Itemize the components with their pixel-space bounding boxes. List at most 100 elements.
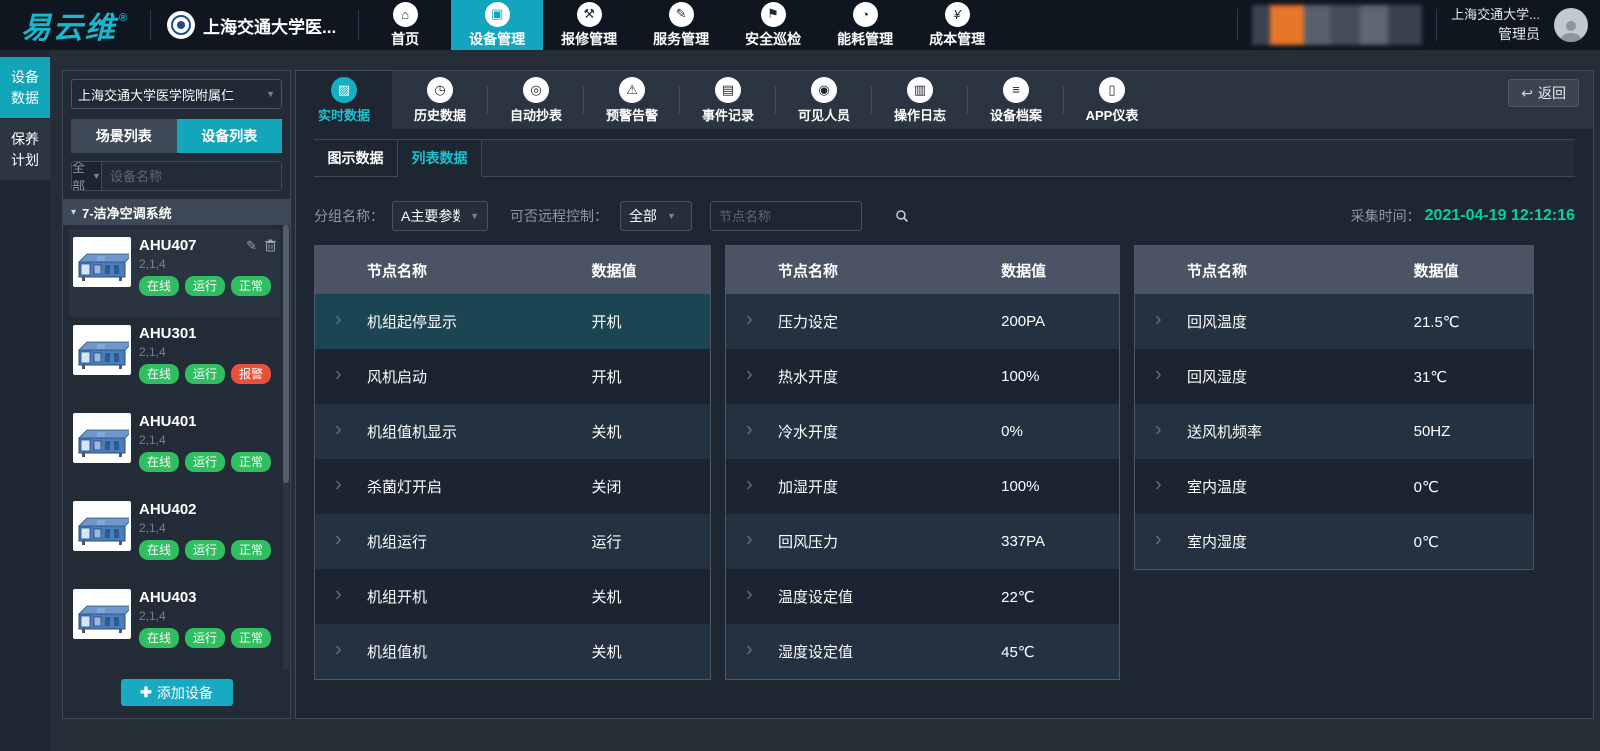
table-row[interactable]: › 热水开度 100%: [726, 349, 1119, 404]
device-card[interactable]: AHU407 ✎ 2,1,4 在线: [69, 229, 280, 317]
table-row[interactable]: › 机组值机显示 关机: [315, 404, 710, 459]
row-expand-chevron-icon[interactable]: ›: [1155, 308, 1162, 331]
data-table-3: 节点名称 数据值 › 回风温度 21.5℃: [1134, 245, 1534, 570]
node-name-cell: 机组运行: [315, 531, 427, 552]
row-expand-chevron-icon[interactable]: ›: [1155, 473, 1162, 496]
nav-item[interactable]: ⌂ 首页: [359, 0, 451, 50]
row-expand-chevron-icon[interactable]: ›: [746, 363, 753, 386]
edit-icon[interactable]: ✎: [246, 238, 257, 254]
nav-item[interactable]: ✎ 服务管理: [635, 0, 727, 50]
table-row[interactable]: › 压力设定 200PA: [726, 294, 1119, 349]
energy-management-icon: ◔: [853, 2, 878, 27]
row-expand-chevron-icon[interactable]: ›: [746, 528, 753, 551]
row-expand-chevron-icon[interactable]: ›: [1155, 418, 1162, 441]
category-select[interactable]: 全部 ▼: [72, 162, 102, 190]
feature-tab[interactable]: ⚠ 预警告警: [584, 71, 680, 129]
row-expand-chevron-icon[interactable]: ›: [335, 528, 342, 551]
nav-item[interactable]: ⚑ 安全巡检: [727, 0, 819, 50]
table-row[interactable]: › 风机启动 开机: [315, 349, 710, 404]
table-row[interactable]: › 室内湿度 0℃: [1135, 514, 1533, 569]
table-row[interactable]: › 机组运行 运行: [315, 514, 710, 569]
table-row[interactable]: › 加湿开度 100%: [726, 459, 1119, 514]
group-filter-select[interactable]: A主要参数 ▼: [392, 201, 488, 231]
data-value-cell: 运行: [592, 531, 711, 552]
table-row[interactable]: › 杀菌灯开启 关闭: [315, 459, 710, 514]
row-expand-chevron-icon[interactable]: ›: [335, 418, 342, 441]
data-tab[interactable]: 图示数据: [314, 140, 398, 176]
collect-time-label: 采集时间：: [1351, 206, 1421, 226]
hospital-select[interactable]: 上海交通大学医学院附属仁 ▼: [71, 79, 282, 109]
scrollbar-thumb[interactable]: [283, 225, 289, 483]
row-expand-chevron-icon[interactable]: ›: [335, 473, 342, 496]
table-row[interactable]: › 室内温度 0℃: [1135, 459, 1533, 514]
delete-icon[interactable]: [265, 239, 276, 252]
nav-item[interactable]: ¥ 成本管理: [911, 0, 1003, 50]
nav-item[interactable]: ⚒ 报修管理: [543, 0, 635, 50]
row-expand-chevron-icon[interactable]: ›: [335, 583, 342, 606]
feature-tab[interactable]: ◎ 自动抄表: [488, 71, 584, 129]
brand-logo: 易云维®: [0, 0, 150, 50]
device-card[interactable]: AHU301 ✎ 2,1,4 在线: [69, 317, 280, 405]
table-row[interactable]: › 机组值机 关机: [315, 624, 710, 679]
row-expand-chevron-icon[interactable]: ›: [746, 308, 753, 331]
data-tab[interactable]: 列表数据: [398, 140, 482, 177]
row-expand-chevron-icon[interactable]: ›: [335, 638, 342, 661]
table-row[interactable]: › 湿度设定值 45℃: [726, 624, 1119, 679]
rail-item[interactable]: 设备数据: [0, 57, 50, 119]
user-avatar[interactable]: [1554, 8, 1588, 42]
table-row[interactable]: › 送风机频率 50HZ: [1135, 404, 1533, 459]
auto-meter-icon: ◎: [523, 77, 549, 103]
table-row[interactable]: › 机组开机 关机: [315, 569, 710, 624]
feature-tab[interactable]: ▯ APP仪表: [1064, 71, 1160, 129]
row-expand-chevron-icon[interactable]: ›: [746, 638, 753, 661]
device-card[interactable]: AHU403 ✎ 2,1,4 在线: [69, 581, 280, 669]
node-search-input[interactable]: [719, 209, 895, 224]
device-card[interactable]: AHU402 ✎ 2,1,4 在线: [69, 493, 280, 581]
list-tab[interactable]: 场景列表: [71, 119, 177, 153]
rail-item[interactable]: 保养计划: [0, 119, 50, 181]
remote-filter-select[interactable]: 全部 ▼: [620, 201, 692, 231]
table-row[interactable]: › 机组起停显示 开机: [315, 294, 710, 349]
row-expand-chevron-icon[interactable]: ›: [335, 363, 342, 386]
device-meta: 2,1,4: [139, 609, 276, 623]
feature-tab[interactable]: ▤ 事件记录: [680, 71, 776, 129]
column-header-value: 数据值: [592, 260, 711, 281]
feature-tab[interactable]: ◉ 可见人员: [776, 71, 872, 129]
nav-item-label: 设备管理: [469, 29, 525, 49]
feature-tab[interactable]: ▨ 实时数据: [296, 71, 392, 129]
row-expand-chevron-icon[interactable]: ›: [746, 418, 753, 441]
device-group-header[interactable]: ▾ 7-洁净空调系统: [63, 199, 290, 225]
nav-item[interactable]: ▣ 设备管理: [451, 0, 543, 50]
device-card[interactable]: AHU401 ✎ 2,1,4 在线: [69, 405, 280, 493]
add-device-button[interactable]: ✚ 添加设备: [121, 679, 233, 706]
feature-tab[interactable]: ▥ 操作日志: [872, 71, 968, 129]
registered-mark: ®: [119, 12, 129, 24]
row-expand-chevron-icon[interactable]: ›: [335, 308, 342, 331]
status-badge: 运行: [185, 276, 225, 296]
data-value-cell: 100%: [1001, 368, 1119, 385]
rail-item-label: 保养计划: [10, 129, 40, 171]
table-row[interactable]: › 温度设定值 22℃: [726, 569, 1119, 624]
table-row[interactable]: › 回风压力 337PA: [726, 514, 1119, 569]
feature-tab[interactable]: ≡ 设备档案: [968, 71, 1064, 129]
row-expand-chevron-icon[interactable]: ›: [1155, 363, 1162, 386]
status-badge: 正常: [231, 452, 271, 472]
row-expand-chevron-icon[interactable]: ›: [746, 473, 753, 496]
device-search-input[interactable]: [102, 162, 282, 190]
data-value-cell: 21.5℃: [1414, 313, 1533, 331]
main-panel: ▨ 实时数据 ◷ 历史数据 ◎ 自动抄表 ⚠: [295, 70, 1594, 719]
search-icon[interactable]: [895, 209, 909, 223]
scrollbar[interactable]: [283, 225, 289, 669]
table-row[interactable]: › 冷水开度 0%: [726, 404, 1119, 459]
row-expand-chevron-icon[interactable]: ›: [746, 583, 753, 606]
row-expand-chevron-icon[interactable]: ›: [1155, 528, 1162, 551]
list-tab[interactable]: 设备列表: [177, 119, 283, 153]
data-value-cell: 关机: [592, 421, 711, 442]
feature-tab[interactable]: ◷ 历史数据: [392, 71, 488, 129]
data-value-cell: 关机: [592, 641, 711, 662]
nav-item[interactable]: ◔ 能耗管理: [819, 0, 911, 50]
back-button[interactable]: ↩ 返回: [1508, 79, 1579, 107]
realtime-data-icon: ▨: [331, 77, 357, 103]
table-row[interactable]: › 回风温度 21.5℃: [1135, 294, 1533, 349]
table-row[interactable]: › 回风湿度 31℃: [1135, 349, 1533, 404]
